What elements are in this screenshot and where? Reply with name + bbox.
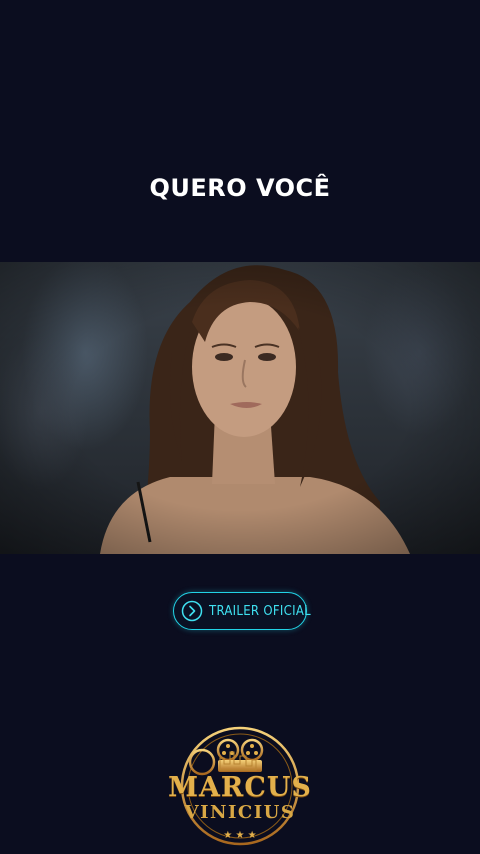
video-title: QUERO VOCÊ: [149, 174, 331, 202]
chevron-right-circle-icon: [181, 600, 203, 622]
channel-logo: ★ ★ ★ MARCUS VINICIUS: [160, 722, 320, 848]
logo-text-vinicius: VINICIUS: [184, 802, 296, 823]
trailer-button[interactable]: TRAILER OFICIAL: [173, 592, 311, 630]
trailer-button-label: TRAILER OFICIAL: [209, 603, 311, 619]
video-frame[interactable]: [0, 262, 480, 554]
actress-still-image: [0, 262, 480, 554]
logo-text-marcus: MARCUS: [168, 772, 312, 803]
svg-text:★ ★ ★: ★ ★ ★: [223, 830, 256, 841]
